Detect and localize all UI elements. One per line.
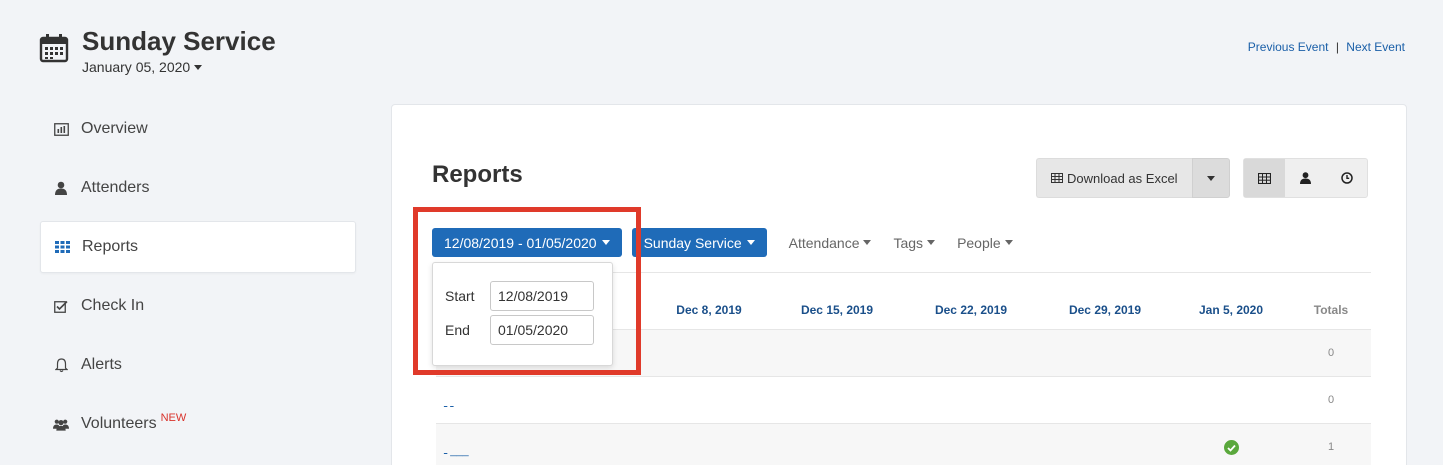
report-filters: 12/08/2019 - 01/05/2020 Sunday Service A… (432, 228, 1035, 257)
nav-separator: | (1335, 40, 1339, 54)
sidebar-item-label: Attenders (81, 179, 150, 196)
table-row: ـ ـ 0 (436, 376, 1371, 423)
new-badge: NEW (160, 412, 187, 424)
start-date-row: Start (445, 281, 594, 311)
end-date-input[interactable] (490, 315, 594, 345)
calendar-icon (39, 34, 69, 63)
sidebar: Overview Attenders Reports Check In Aler… (40, 103, 356, 457)
attendance-filter-label: Attendance (788, 234, 860, 251)
tags-filter[interactable]: Tags (893, 234, 936, 251)
start-date-input[interactable] (490, 281, 594, 311)
view-toggle-group (1243, 158, 1368, 198)
sidebar-item-overview[interactable]: Overview (40, 103, 356, 155)
end-date-label: End (445, 322, 470, 338)
bell-icon (53, 357, 69, 373)
event-date-label: January 05, 2020 (82, 59, 191, 75)
caret-down-icon (863, 240, 872, 245)
sidebar-item-label: Volunteers (81, 415, 157, 432)
date-range-filter[interactable]: 12/08/2019 - 01/05/2020 (432, 228, 622, 257)
history-view-button[interactable] (1326, 159, 1367, 197)
check-circle-icon (1224, 440, 1239, 455)
date-range-label: 12/08/2019 - 01/05/2020 (444, 234, 597, 251)
checkbox-icon (53, 298, 69, 314)
previous-event-link[interactable]: Previous Event (1248, 40, 1329, 54)
group-icon (53, 416, 69, 432)
sidebar-item-volunteers[interactable]: Volunteers NEW (40, 398, 356, 450)
download-button-group: Download as Excel (1036, 158, 1230, 198)
table-icon (1258, 172, 1271, 184)
page-title: Sunday Service (82, 26, 276, 56)
sidebar-item-label: Reports (82, 238, 139, 255)
person-view-button[interactable] (1285, 159, 1326, 197)
row-name[interactable]: ـ ___ (444, 444, 469, 457)
grid-icon (54, 239, 70, 255)
download-excel-label: Download as Excel (1067, 170, 1178, 186)
attendance-filter[interactable]: Attendance (789, 235, 872, 251)
event-header: Sunday Service January 05, 2020 (38, 26, 276, 75)
table-row: ـ ___ 1 (436, 423, 1371, 465)
caret-down-icon (746, 240, 755, 245)
sidebar-item-label: Overview (81, 120, 148, 137)
date-range-dropdown: Start End (432, 262, 613, 366)
caret-down-icon (1004, 240, 1013, 245)
column-header[interactable]: Dec 29, 2019 (1045, 303, 1165, 317)
reports-title: Reports (432, 161, 523, 188)
column-header[interactable]: Dec 8, 2019 (649, 303, 769, 317)
people-filter-label: People (957, 234, 1001, 251)
clock-icon (1340, 172, 1353, 184)
sidebar-item-reports[interactable]: Reports (40, 221, 356, 273)
sidebar-item-check-in[interactable]: Check In (40, 280, 356, 332)
event-filter[interactable]: Sunday Service (631, 228, 767, 257)
people-filter[interactable]: People (957, 235, 1013, 251)
column-header-totals: Totals (1313, 303, 1349, 317)
row-total: 1 (1327, 441, 1335, 453)
table-view-button[interactable] (1244, 159, 1285, 197)
caret-down-icon (194, 64, 203, 70)
end-date-row: End (445, 315, 594, 345)
sidebar-item-label: Alerts (81, 356, 122, 373)
download-options-toggle[interactable] (1191, 158, 1230, 198)
row-name[interactable]: ـ ـ (444, 397, 454, 410)
caret-down-icon (601, 240, 610, 245)
person-icon (1300, 172, 1311, 184)
bar-chart-icon (53, 121, 69, 137)
sidebar-item-label: Check In (81, 297, 145, 314)
download-excel-button[interactable]: Download as Excel (1036, 158, 1192, 198)
event-filter-label: Sunday Service (643, 234, 742, 251)
row-total: 0 (1327, 347, 1335, 359)
row-total: 0 (1327, 394, 1335, 406)
event-navigation: Previous Event | Next Event (1248, 40, 1405, 54)
sidebar-item-attenders[interactable]: Attenders (40, 162, 356, 214)
sidebar-item-alerts[interactable]: Alerts (40, 339, 356, 391)
event-date-dropdown[interactable]: January 05, 2020 (82, 59, 276, 75)
caret-down-icon (1206, 175, 1215, 181)
tags-filter-label: Tags (893, 234, 924, 251)
next-event-link[interactable]: Next Event (1346, 40, 1405, 54)
start-date-label: Start (445, 288, 475, 304)
person-icon (53, 180, 69, 196)
column-header[interactable]: Dec 15, 2019 (777, 303, 897, 317)
caret-down-icon (927, 240, 936, 245)
column-header[interactable]: Dec 22, 2019 (911, 303, 1031, 317)
table-icon (1051, 173, 1063, 183)
